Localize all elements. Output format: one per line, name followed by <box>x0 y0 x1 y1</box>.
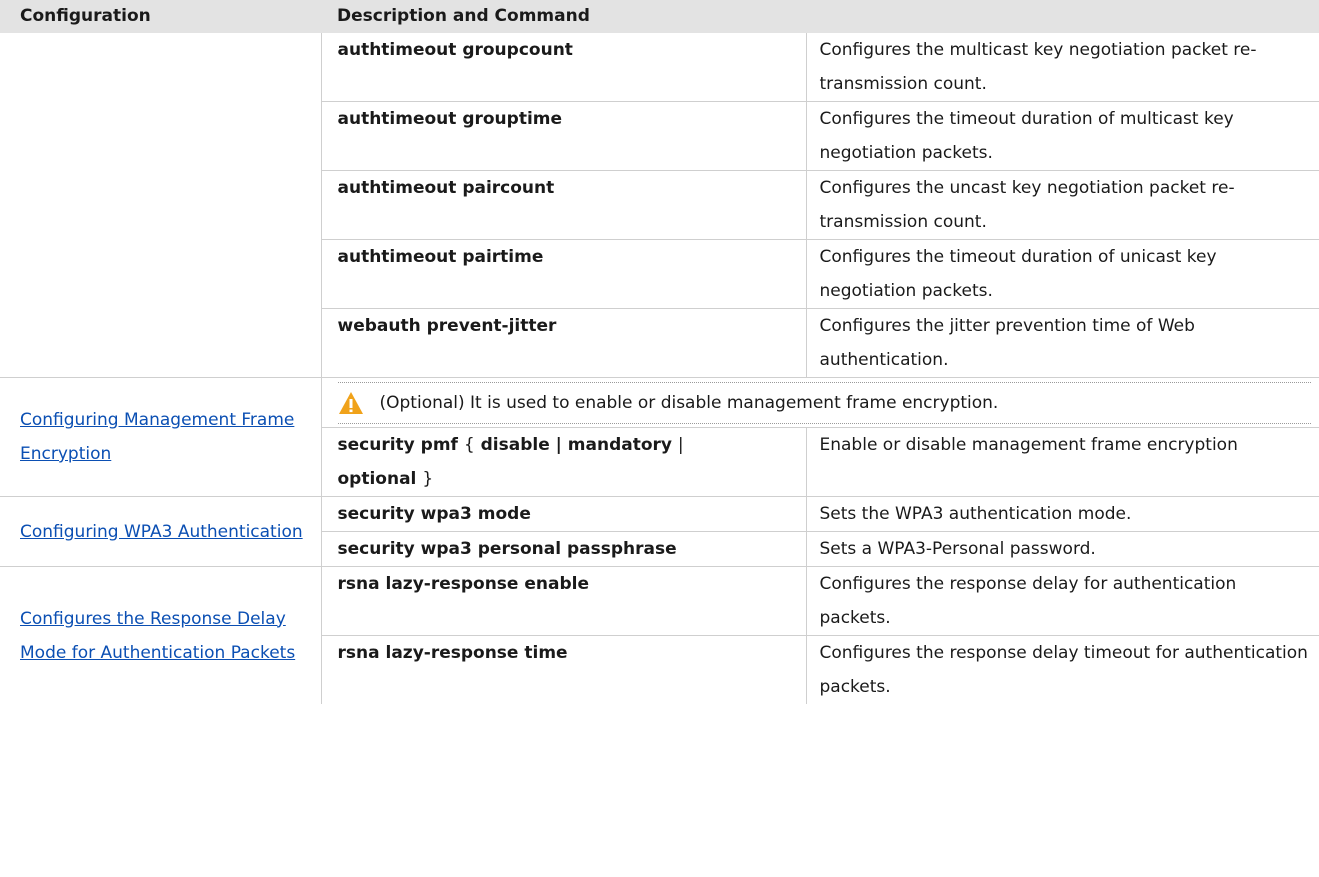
table-header-row: Configuration Description and Command <box>0 0 1319 33</box>
description-cell: Sets a WPA3-Personal password. <box>806 531 1319 567</box>
description-cell: Configures the timeout duration of multi… <box>806 101 1319 171</box>
command-cell: rsna lazy-response time <box>321 635 807 704</box>
description-cell: Enable or disable management frame encry… <box>806 427 1319 497</box>
description-cell: Configures the multicast key negotiation… <box>806 33 1319 102</box>
note-box: (Optional) It is used to enable or disab… <box>337 381 1312 424</box>
configuration-cell: Configuring Management Frame Encryption <box>0 377 322 497</box>
command-cell: security wpa3 personal passphrase <box>321 531 807 567</box>
pipe-separator: | <box>677 435 684 455</box>
link-configures-response-delay-mode[interactable]: Configures the Response Delay Mode for A… <box>20 609 295 663</box>
description-cell: Configures the timeout duration of unica… <box>806 239 1319 309</box>
command-cell: rsna lazy-response enable <box>321 566 807 636</box>
note-text: (Optional) It is used to enable or disab… <box>379 392 999 413</box>
header-description-command: Description and Command <box>321 0 1319 33</box>
header-configuration: Configuration <box>0 0 321 33</box>
command-keyword: security pmf <box>337 435 458 455</box>
command-cell: authtimeout groupcount <box>321 33 807 102</box>
command-cell: security pmf { disable | mandatory | opti… <box>321 427 807 497</box>
note-cell: (Optional) It is used to enable or disab… <box>321 377 1319 428</box>
command-cell: authtimeout pairtime <box>321 239 807 309</box>
description-cell: Configures the jitter prevention time of… <box>806 308 1319 378</box>
description-cell: Sets the WPA3 authentication mode. <box>806 496 1319 532</box>
description-cell: Configures the response delay timeout fo… <box>819 643 1308 697</box>
description-cell: Configures the uncast key negotiation pa… <box>806 170 1319 240</box>
table-row: Configuring Management Frame Encryption … <box>0 377 1319 497</box>
command-option: disable | mandatory <box>480 435 672 455</box>
configuration-cell-empty <box>0 33 322 378</box>
command-cell: authtimeout grouptime <box>321 101 807 171</box>
command-cell: security wpa3 mode <box>321 496 807 532</box>
brace-open: { <box>463 435 475 455</box>
command-cell: authtimeout paircount <box>321 170 807 240</box>
configuration-cell: Configuring WPA3 Authentication <box>0 496 322 567</box>
warning-icon <box>338 391 363 414</box>
configuration-cell: Configures the Response Delay Mode for A… <box>0 566 322 704</box>
command-cell: webauth prevent-jitter <box>321 308 807 378</box>
table-row: Configuring WPA3 Authentication security… <box>0 496 1319 567</box>
description-cell: Configures the response delay for authen… <box>806 566 1319 636</box>
command-option: optional <box>337 469 417 489</box>
link-configuring-management-frame-encryption[interactable]: Configuring Management Frame Encryption <box>20 410 294 464</box>
table-row: authtimeout groupcount Configures the mu… <box>0 33 1319 378</box>
configuration-table: Configuration Description and Command au… <box>0 0 1319 704</box>
link-configuring-wpa3-authentication[interactable]: Configuring WPA3 Authentication <box>20 522 303 542</box>
table-row: Configures the Response Delay Mode for A… <box>0 566 1319 704</box>
brace-close: } <box>422 469 434 489</box>
